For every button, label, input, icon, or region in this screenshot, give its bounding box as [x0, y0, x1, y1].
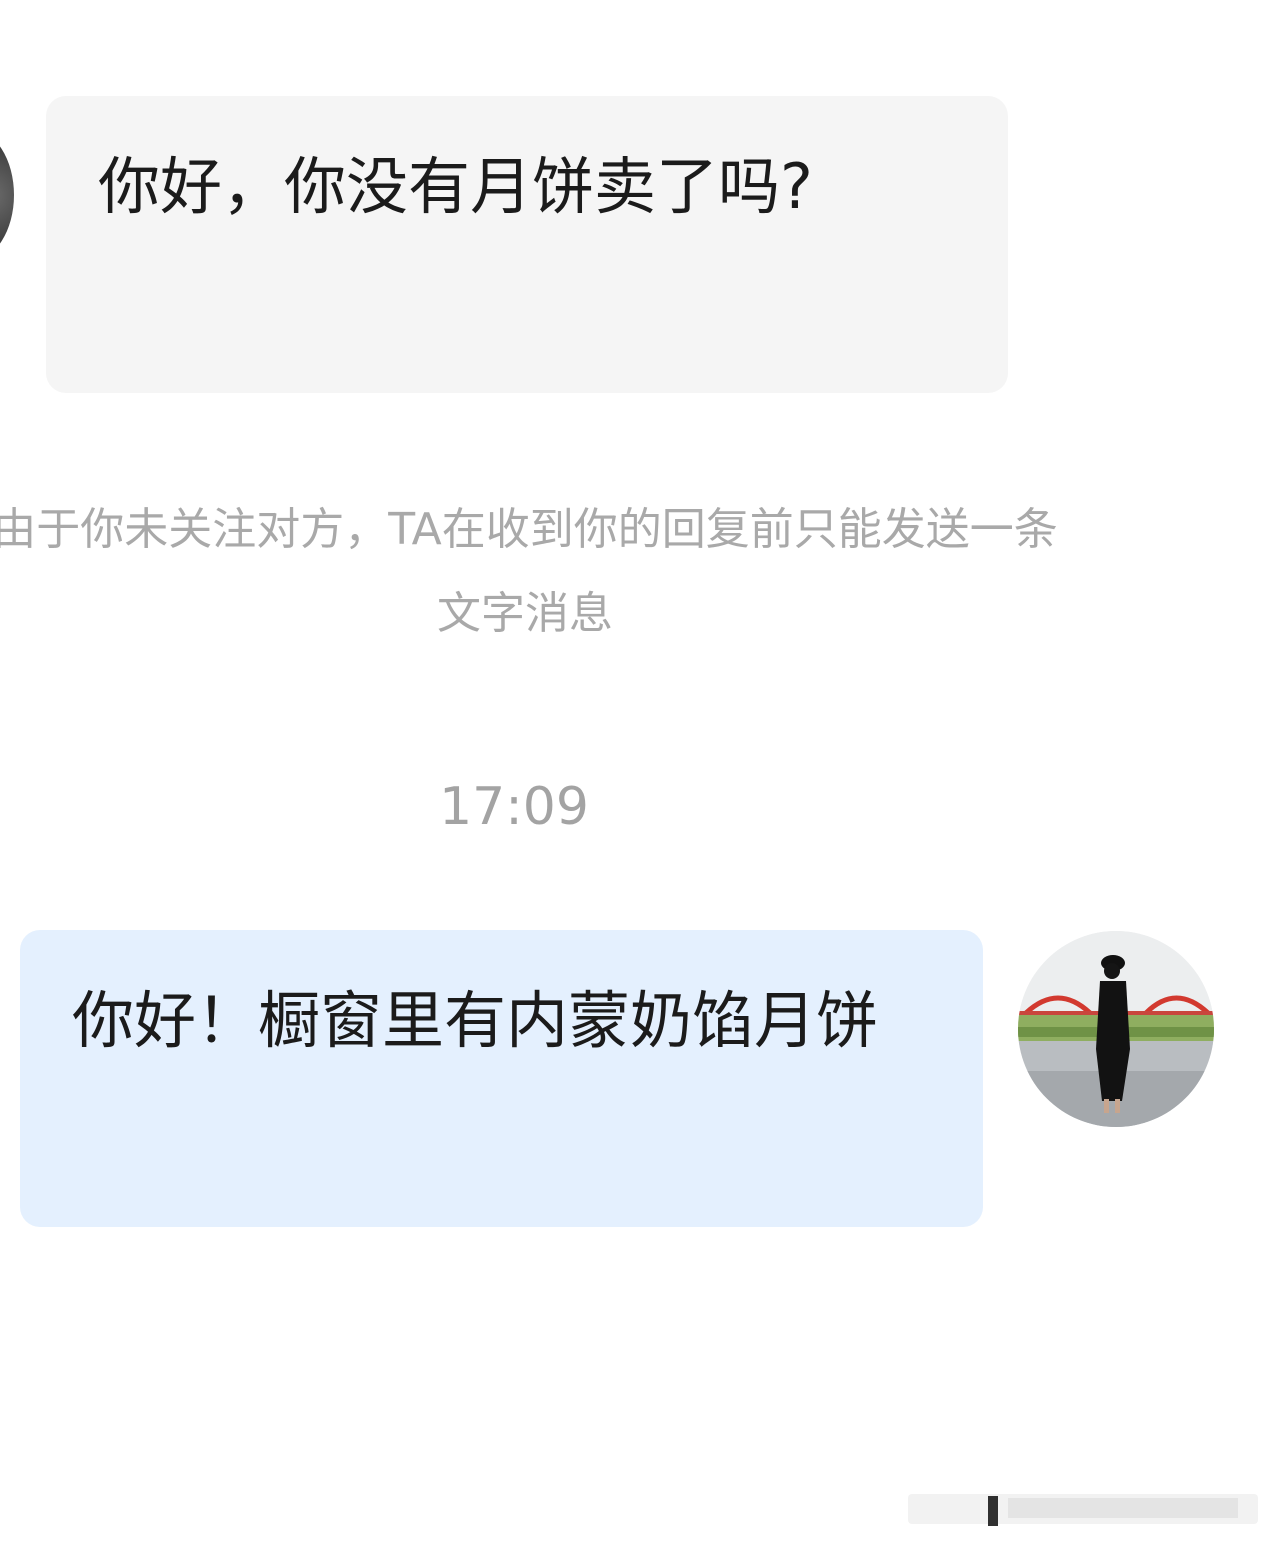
watermark-logo	[908, 1494, 1258, 1526]
outgoing-avatar[interactable]	[1018, 931, 1214, 1127]
system-notice: 由于你未关注对方，TA在收到你的回复前只能发送一条文字消息	[0, 504, 1058, 639]
incoming-message-bubble[interactable]: 你好，你没有月饼卖了吗?	[46, 96, 1008, 393]
avatar-photo-image	[1018, 931, 1214, 1127]
incoming-avatar[interactable]	[0, 130, 14, 260]
chat-screen: 你好，你没有月饼卖了吗? 由于你未关注对方，TA在收到你的回复前只能发送一条文字…	[0, 0, 1280, 1550]
outgoing-message-text: 你好！橱窗里有内蒙奶馅月饼	[72, 984, 879, 1057]
incoming-message-text: 你好，你没有月饼卖了吗?	[98, 150, 813, 223]
outgoing-message-bubble[interactable]: 你好！橱窗里有内蒙奶馅月饼	[20, 930, 983, 1227]
message-timestamp: 17:09	[439, 777, 589, 837]
